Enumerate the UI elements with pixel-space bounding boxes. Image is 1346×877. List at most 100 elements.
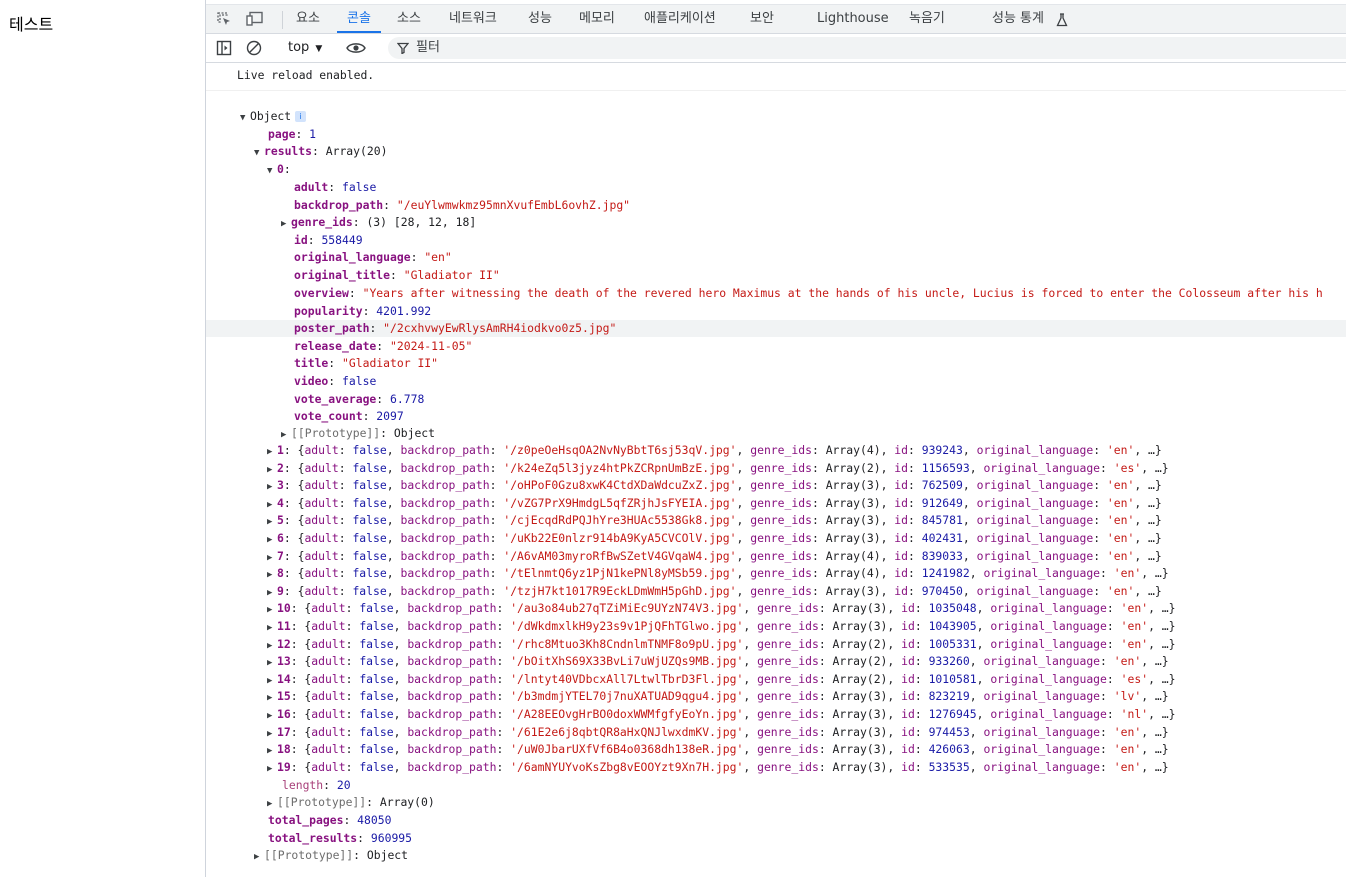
array-index: 4	[277, 495, 284, 510]
device-toolbar-icon[interactable]	[246, 10, 264, 28]
language-value: 'en'	[1113, 742, 1142, 757]
id-value: 1010581	[928, 671, 977, 686]
array-item-row[interactable]: ▶ 16: {adult: false, backdrop_path: '/A28…	[267, 706, 1176, 723]
array-item-row[interactable]: ▶ 11: {adult: false, backdrop_path: '/dWk…	[267, 618, 1176, 635]
backdrop-path-value: '/uKb22E0nlzr914bA9KyA5CVCOlV.jpg'	[503, 531, 737, 545]
array-item-row[interactable]: ▶ 15: {adult: false, backdrop_path: '/b3m…	[267, 688, 1169, 705]
sidebar-toggle-icon[interactable]	[215, 39, 233, 57]
language-value: 'en'	[1113, 724, 1142, 739]
collapsed-triangle-icon: ▶	[267, 605, 273, 616]
prop-key: genre_ids	[291, 215, 353, 230]
prop-row: poster_path: "/2cxhvwyEwRlysAmRH4iodkvo0…	[206, 320, 1346, 338]
array-item-row[interactable]: ▶ 17: {adult: false, backdrop_path: '/61E…	[267, 724, 1169, 741]
backdrop-path-value: '/b3mdmjYTEL70j7nuXATUAD9qgu4.jpg'	[510, 689, 744, 704]
backdrop-path-value: '/61E2e6j8qbtQR8aHxQNJlwxdmKV.jpg'	[510, 724, 744, 739]
tab-security[interactable]: 보안	[750, 5, 774, 33]
prop-value: "Years after witnessing the death of the…	[362, 286, 1323, 300]
prop-key: vote_count	[294, 409, 363, 424]
results-row[interactable]: ▼ results: Array(20)	[254, 143, 387, 160]
expand-triangle-icon: ▼	[240, 113, 246, 123]
tab-performance-insights[interactable]: 성능 통계	[992, 5, 1044, 33]
tab-sources[interactable]: 소스	[397, 5, 421, 33]
language-value: 'en'	[1106, 443, 1135, 457]
array-item-row[interactable]: ▶ 19: {adult: false, backdrop_path: '/6am…	[267, 759, 1169, 776]
page-heading: 테스트	[9, 15, 54, 34]
clear-console-icon[interactable]	[245, 39, 263, 57]
inspect-element-icon[interactable]	[215, 10, 233, 28]
prop-key: page	[268, 127, 296, 141]
array-index: 8	[277, 566, 284, 581]
prop-key: release_date	[294, 338, 377, 353]
array-item-row[interactable]: ▶ 9: {adult: false, backdrop_path: '/tzjH…	[267, 583, 1162, 600]
tab-lighthouse[interactable]: Lighthouse	[817, 5, 889, 33]
backdrop-path-value: '/z0peOeHsqOA2NvNyBbtT6sj53qV.jpg'	[503, 443, 737, 457]
prop-value: 2097	[376, 409, 404, 424]
prop-key: title	[294, 356, 329, 371]
object-root-row[interactable]: ▼ Object i	[240, 108, 307, 125]
prop-value: "Gladiator II"	[403, 268, 500, 282]
tab-elements[interactable]: 요소	[296, 5, 320, 33]
array-index: 1	[277, 443, 284, 457]
language-value: 'en'	[1113, 654, 1142, 669]
id-value: 1156593	[921, 460, 970, 475]
array-item-row[interactable]: ▶ 14: {adult: false, backdrop_path: '/lnt…	[267, 671, 1176, 688]
array-index: 19	[277, 759, 291, 774]
prop-row: video: false	[294, 374, 377, 388]
array-item-row[interactable]: ▶ 18: {adult: false, backdrop_path: '/uW0…	[267, 741, 1169, 758]
array-item-row[interactable]: ▶ 13: {adult: false, backdrop_path: '/bOi…	[267, 653, 1169, 670]
tab-memory[interactable]: 메모리	[579, 5, 615, 33]
prototype-row[interactable]: ▶ [[Prototype]]: Object	[254, 847, 408, 864]
context-selector[interactable]: top ▼	[288, 34, 322, 62]
genre-ids-value: Array(3)	[832, 742, 888, 757]
collapsed-triangle-icon: ▶	[281, 219, 287, 230]
array-item-row[interactable]: ▼ 0:	[267, 161, 291, 178]
array-item-row[interactable]: ▶ 5: {adult: false, backdrop_path: '/cjEc…	[267, 512, 1162, 529]
prop-row: overview: "Years after witnessing the de…	[294, 286, 1323, 300]
array-item-row[interactable]: ▶ 7: {adult: false, backdrop_path: '/A6vA…	[267, 548, 1162, 565]
id-value: 402431	[921, 531, 963, 545]
expand-triangle-icon: ▼	[254, 148, 260, 158]
eye-icon[interactable]	[345, 39, 367, 57]
array-index: 5	[277, 513, 284, 528]
genre-ids-value: Array(3)	[825, 531, 881, 545]
collapsed-triangle-icon: ▶	[267, 552, 273, 563]
genre-ids-value: Array(3)	[825, 583, 881, 598]
prop-key: length	[282, 778, 324, 792]
tab-recorder[interactable]: 녹음기	[909, 5, 945, 33]
tab-performance[interactable]: 성능	[528, 5, 552, 33]
array-item-row[interactable]: ▶ 6: {adult: false, backdrop_path: '/uKb2…	[267, 530, 1162, 547]
id-value: 839033	[921, 548, 963, 563]
array-item-row[interactable]: ▶ 1: {adult: false, backdrop_path: '/z0pe…	[267, 442, 1162, 459]
tab-application[interactable]: 애플리케이션	[644, 5, 716, 33]
language-value: 'en'	[1106, 548, 1135, 563]
array-index: 3	[277, 478, 284, 493]
array-item-row[interactable]: ▶ 4: {adult: false, backdrop_path: '/vZG7…	[267, 495, 1162, 512]
genre-ids-value: Array(3)	[832, 724, 888, 739]
genre-ids-value: Array(3)	[825, 478, 881, 493]
filter-input[interactable]: 필터	[388, 37, 1346, 59]
console-toolbar: top ▼ 필터	[206, 34, 1346, 63]
prop-row[interactable]: ▶ genre_ids: (3) [28, 12, 18]	[281, 214, 476, 231]
prop-value: 4201.992	[376, 303, 432, 318]
object-label: Object	[250, 109, 292, 123]
array-item-row[interactable]: ▶ 2: {adult: false, backdrop_path: '/k24e…	[267, 460, 1169, 477]
info-icon[interactable]: i	[295, 111, 307, 122]
id-value: 912649	[921, 495, 963, 510]
prototype-row[interactable]: ▶ [[Prototype]]: Array(0)	[267, 794, 435, 811]
console-output[interactable]: Live reload enabled. ▼ Object i page: 1 ▼ r…	[206, 63, 1346, 877]
language-value: 'es'	[1113, 460, 1142, 475]
tab-network[interactable]: 네트워크	[449, 5, 497, 33]
prop-key: popularity	[294, 303, 363, 318]
array-item-row[interactable]: ▶ 8: {adult: false, backdrop_path: '/tEln…	[267, 565, 1169, 582]
tab-console[interactable]: 콘솔	[337, 5, 381, 33]
prop-key: original_title	[294, 268, 391, 282]
backdrop-path-value: '/rhc8Mtuo3Kh8CndnlmTNMF8o9pU.jpg'	[510, 636, 744, 651]
array-index: 11	[277, 619, 291, 633]
language-value: 'en'	[1106, 495, 1135, 510]
array-item-row[interactable]: ▶ 10: {adult: false, backdrop_path: '/au3…	[267, 600, 1176, 617]
array-item-row[interactable]: ▶ 12: {adult: false, backdrop_path: '/rhc…	[267, 636, 1176, 653]
prototype-row[interactable]: ▶ [[Prototype]]: Object	[281, 425, 435, 442]
array-item-row[interactable]: ▶ 3: {adult: false, backdrop_path: '/oHPo…	[267, 477, 1162, 494]
prop-row: original_title: "Gladiator II"	[294, 268, 500, 282]
id-value: 933260	[928, 654, 970, 669]
